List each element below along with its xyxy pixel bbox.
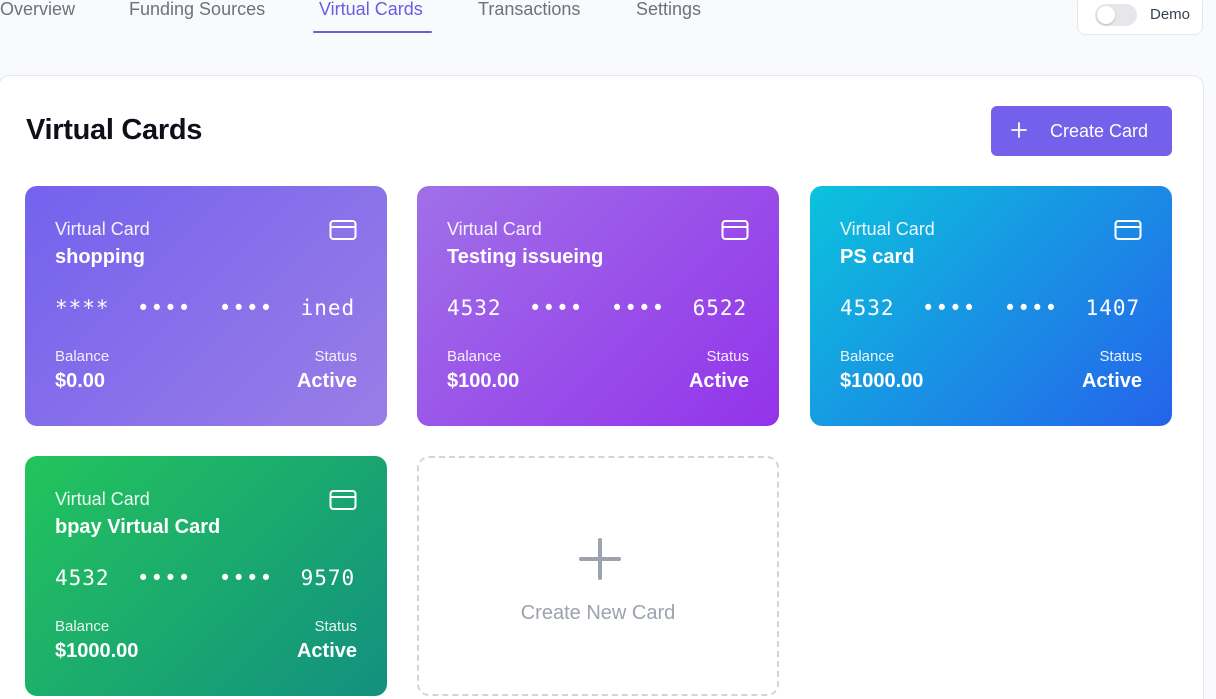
page-title: Virtual Cards — [26, 114, 203, 146]
status-value: Active — [688, 370, 749, 392]
card-type-label: Virtual Card — [55, 219, 150, 239]
create-new-card-label: Create New Card — [520, 602, 676, 624]
virtual-card[interactable]: Virtual Card shopping **** •••• •••• ine… — [25, 186, 387, 426]
card-number: 4532 •••• •••• 1407 — [840, 296, 1141, 320]
demo-label: Demo — [1150, 6, 1191, 23]
credit-card-icon — [329, 220, 357, 240]
card-type-label: Virtual Card — [447, 219, 542, 239]
page: Overview Funding Sources Virtual Cards T… — [0, 0, 1216, 699]
plus-icon — [1011, 119, 1031, 143]
toggle-knob — [1097, 6, 1115, 24]
tab-settings[interactable]: Settings — [636, 0, 701, 20]
create-new-card-tile[interactable]: Create New Card — [417, 456, 779, 696]
card-number: 4532 •••• •••• 9570 — [55, 566, 356, 590]
card-name: shopping — [55, 246, 145, 268]
balance-label: Balance — [840, 348, 895, 365]
card-name: PS card — [840, 246, 915, 268]
tab-virtual-cards[interactable]: Virtual Cards — [319, 0, 423, 20]
status-label: Status — [314, 348, 357, 365]
balance-value: $1000.00 — [55, 640, 139, 662]
credit-card-icon — [329, 490, 357, 510]
credit-card-icon — [721, 220, 749, 240]
card-number: **** •••• •••• ined — [55, 296, 356, 320]
card-number: 4532 •••• •••• 6522 — [447, 296, 748, 320]
virtual-card[interactable]: Virtual Card Testing issueing 4532 •••• … — [417, 186, 779, 426]
card-type-label: Virtual Card — [55, 489, 150, 509]
status-label: Status — [706, 348, 749, 365]
create-card-label: Create Card — [1050, 120, 1149, 141]
balance-value: $1000.00 — [840, 370, 924, 392]
create-card-button[interactable]: Create Card — [991, 106, 1172, 156]
active-tab-indicator — [313, 31, 432, 33]
virtual-card[interactable]: Virtual Card bpay Virtual Card 4532 ••••… — [25, 456, 387, 696]
balance-label: Balance — [55, 618, 110, 635]
demo-toggle-container: Demo — [1077, 0, 1203, 35]
demo-toggle[interactable] — [1095, 4, 1137, 26]
card-name: Testing issueing — [447, 246, 604, 268]
status-label: Status — [314, 618, 357, 635]
tab-overview[interactable]: Overview — [0, 0, 75, 20]
balance-value: $0.00 — [55, 370, 106, 392]
status-value: Active — [296, 640, 357, 662]
virtual-card[interactable]: Virtual Card PS card 4532 •••• •••• 1407… — [810, 186, 1172, 426]
status-value: Active — [296, 370, 357, 392]
card-type-label: Virtual Card — [840, 219, 935, 239]
balance-value: $100.00 — [447, 370, 520, 392]
tab-funding-sources[interactable]: Funding Sources — [129, 0, 265, 20]
balance-label: Balance — [55, 348, 110, 365]
card-name: bpay Virtual Card — [55, 516, 221, 538]
status-value: Active — [1081, 370, 1142, 392]
credit-card-icon — [1114, 220, 1142, 240]
balance-label: Balance — [447, 348, 502, 365]
plus-icon — [579, 538, 621, 580]
tab-transactions[interactable]: Transactions — [478, 0, 580, 20]
status-label: Status — [1099, 348, 1142, 365]
